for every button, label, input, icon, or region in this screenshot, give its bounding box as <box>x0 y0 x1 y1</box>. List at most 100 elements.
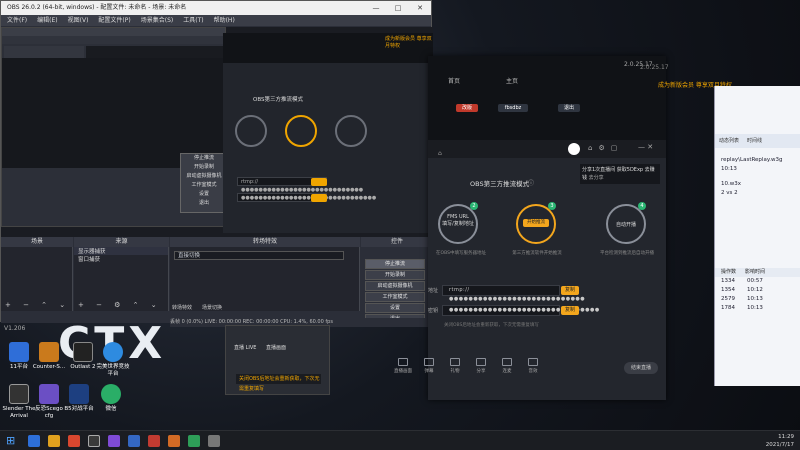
desktop-icon-counter-strike[interactable]: Counter-S... <box>32 342 66 371</box>
desktop-icon-11-platform[interactable]: 11平台 <box>2 342 36 371</box>
step-fms-desc: 在OBS中填写服务器地址 <box>436 251 486 256</box>
taskbar-app-icon[interactable] <box>128 435 140 447</box>
menu-view[interactable]: 视图(V) <box>68 15 89 26</box>
outlast-icon <box>73 342 93 362</box>
obs-titlebar: OBS 26.0.2 (64-bit, windows) - 配置文件: 未命名… <box>1 1 431 15</box>
sources-dock-title: 来源 <box>74 237 169 247</box>
step-badge-2: 2 <box>470 202 478 210</box>
table-row[interactable]: 1784 10:13 <box>715 304 800 313</box>
toolbar-mic[interactable]: 连麦 <box>496 358 518 374</box>
step-start-push-label[interactable]: 开始推流 <box>523 219 549 227</box>
source-item-monitor[interactable]: 显示器捕获 <box>74 247 168 255</box>
source-item-window[interactable]: 窗口捕获 <box>74 255 168 263</box>
tab-exit[interactable]: 退出 <box>558 104 580 112</box>
dock-tab-transitions[interactable]: 转场特效 <box>172 304 192 311</box>
menu-help[interactable]: 帮助(H) <box>214 15 235 26</box>
taskbar-app-icon[interactable] <box>88 435 100 447</box>
settings-button[interactable]: 设置 <box>365 303 425 313</box>
taskbar-app-icon[interactable] <box>108 435 120 447</box>
avatar[interactable] <box>568 143 580 155</box>
window-controls[interactable]: — ✕ <box>638 143 653 151</box>
step-fms-url: 2 FMS URL 填写/复制地址 <box>438 202 478 244</box>
end-live-button[interactable]: 结束直播 <box>624 362 658 374</box>
captured-stream-tool: 成为新版会员 尊享双月特权 OBS第三方推流模式 rtmp://●●●●●●●●… <box>223 33 433 233</box>
minimize-icon[interactable]: — <box>365 1 387 15</box>
stream-note: 关闭OBS后地址会重新获取，下次无需重复填写 <box>444 323 539 328</box>
start-windows-icon[interactable]: ⊞ <box>6 435 18 447</box>
help-icon[interactable]: ⓘ <box>528 178 534 187</box>
obs-preview[interactable]: 停止推流 开始录制 启动虚拟摄像机 工作室模式 设置 退出 成为新版会员 尊享双… <box>1 27 433 237</box>
sources-toolbar[interactable]: + − ⚙ ⌃ ⌄ <box>74 301 162 311</box>
share-button[interactable]: 去分享 <box>589 175 604 181</box>
toolbar-gift[interactable]: 礼物 <box>444 358 466 374</box>
step-push-desc: 第三方推流软件开始推流 <box>512 251 562 256</box>
desktop-icon-b5[interactable]: B5对战平台 <box>62 384 96 413</box>
mini-dock-note: 关闭OBS后地址会重新获取，下次无需重复填写 <box>236 374 321 392</box>
desktop-icon-slender[interactable]: Slender The Arrival <box>2 384 36 419</box>
clock-time: 11:29 <box>778 434 794 440</box>
platform-11-icon <box>9 342 29 362</box>
stream-key-field[interactable]: ●●●●●●●●●●●●●●●●●●●●●●●●●●●●●●● <box>442 305 599 316</box>
toolbar-share[interactable]: 分享 <box>470 358 492 374</box>
step-badge-3: 3 <box>548 202 556 210</box>
table-row[interactable]: 1354 10:12 <box>715 286 800 295</box>
nav-main[interactable]: 主页 <box>506 76 518 85</box>
sources-list[interactable]: 显示器捕获 窗口捕获 + − ⚙ ⌃ ⌄ <box>74 247 169 311</box>
desktop-icon-outlast[interactable]: Outlast 2 <box>66 342 100 371</box>
toolbar-screen[interactable]: 直播画面 <box>392 358 414 374</box>
dock-tab-scene-switch[interactable]: 场景切换 <box>202 304 222 311</box>
mode-title: OBS第三方推流模式 <box>470 180 530 188</box>
taskbar-app-icon[interactable] <box>48 435 60 447</box>
replay-table-header: 操作数 影响时间 <box>715 268 800 277</box>
table-row[interactable]: 2579 10:13 <box>715 295 800 304</box>
table-row[interactable]: 1334 00:57 <box>715 277 800 286</box>
menu-scene-collection[interactable]: 场景集合(S) <box>141 15 174 26</box>
menu-profile[interactable]: 配置文件(P) <box>98 15 130 26</box>
studio-mode-button[interactable]: 工作室模式 <box>365 292 425 302</box>
transitions-dock-title: 转场特效 <box>170 237 360 247</box>
tab-user[interactable]: fbsdbz <box>498 104 528 112</box>
mini-dock-live[interactable]: 直播 LIVE <box>234 344 256 351</box>
close-icon[interactable]: ✕ <box>409 1 431 15</box>
taskbar-app-icon[interactable] <box>208 435 220 447</box>
taskbar-clock[interactable]: 11:29 2021/7/17 <box>766 433 794 449</box>
tab-timeline[interactable]: 时间线 <box>747 134 762 148</box>
stream-tool-header: ⌂⚙▢ — ✕ <box>428 140 666 158</box>
menu-file[interactable]: 文件(F) <box>7 15 27 26</box>
mini-dock-screen[interactable]: 直播画面 <box>266 344 286 351</box>
toolbar-audio[interactable]: 音效 <box>522 358 544 374</box>
maximize-icon[interactable]: □ <box>387 1 409 15</box>
header-icons[interactable]: ⌂⚙▢ <box>588 144 623 152</box>
stop-streaming-button[interactable]: 停止推流 <box>365 259 425 269</box>
taskbar: ⊞ 11:29 2021/7/17 <box>0 430 800 450</box>
toolbar-danmaku[interactable]: 弹幕 <box>418 358 440 374</box>
tab-dynamic-list[interactable]: 动态列表 <box>719 134 739 148</box>
desktop-version: V1.206 <box>4 325 26 332</box>
virtual-camera-button[interactable]: 启动虚拟摄像机 <box>365 281 425 291</box>
start-recording-button[interactable]: 开始录制 <box>365 270 425 280</box>
desktop-icon-cfg[interactable]: 反恐Scego cfg <box>32 384 66 419</box>
tab-revamp[interactable]: 改版 <box>456 104 478 112</box>
stream-url-field[interactable]: rtmp://●●●●●●●●●●●●●●●●●●●●●●●●●●●● <box>442 285 585 302</box>
scenes-list[interactable]: + − ⌃ ⌄ <box>1 247 73 311</box>
nav-home[interactable]: 首页 <box>448 76 460 85</box>
menu-tools[interactable]: 工具(T) <box>183 15 203 26</box>
scenes-toolbar[interactable]: + − ⌃ ⌄ <box>1 301 70 311</box>
desktop-icon-wechat[interactable]: 微信 <box>94 384 128 413</box>
scenes-dock-title: 场景 <box>1 237 73 247</box>
desktop-icon-perfect-world[interactable]: 完美世界竞技平台 <box>96 342 130 377</box>
taskbar-app-icon[interactable] <box>148 435 160 447</box>
home-icon[interactable]: ⌂ <box>438 150 442 157</box>
taskbar-app-icon[interactable] <box>188 435 200 447</box>
replay-window: 动态列表 时间线 replay\LastReplay.w3g 10:13 10.… <box>714 86 800 386</box>
slender-icon <box>9 384 29 404</box>
copy-key-button[interactable]: 复制 <box>561 306 579 315</box>
nested-controls-menu: 停止推流 开始录制 启动虚拟摄像机 工作室模式 设置 退出 <box>180 153 228 213</box>
copy-url-button[interactable]: 复制 <box>561 286 579 295</box>
taskbar-app-icon[interactable] <box>68 435 80 447</box>
step-start-push: 3 开始推流 <box>516 202 556 244</box>
taskbar-app-icon[interactable] <box>28 435 40 447</box>
taskbar-app-icon[interactable] <box>168 435 180 447</box>
transition-select[interactable]: 直接切换 <box>174 251 344 260</box>
menu-edit[interactable]: 编辑(E) <box>37 15 57 26</box>
